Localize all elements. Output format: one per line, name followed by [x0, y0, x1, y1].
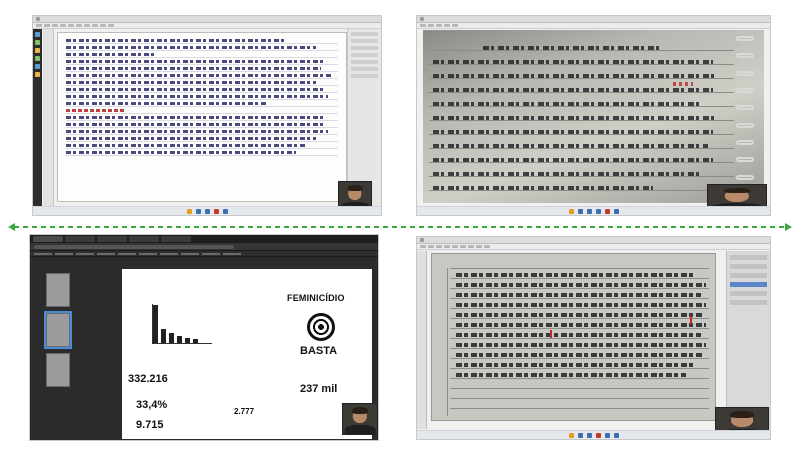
screen-recording-grid: FEMINICÍDIO BASTA 332.216 33,4% 9.715 2.… [0, 0, 800, 450]
layers-panel[interactable] [726, 251, 770, 429]
webcam-feed [342, 403, 378, 435]
taskbar[interactable] [417, 430, 770, 439]
window-icon [420, 238, 424, 242]
app-icon[interactable] [222, 208, 228, 214]
panel-scanned-form [416, 236, 771, 440]
viewer-toolbar[interactable] [417, 23, 770, 29]
browser-tabs[interactable] [30, 235, 378, 243]
editor-toolbar[interactable] [33, 23, 381, 29]
stat-big: 237 mil [300, 383, 338, 395]
panel-notebook-photo [416, 15, 771, 216]
window-icon [36, 17, 40, 21]
infographic-page: FEMINICÍDIO BASTA 332.216 33,4% 9.715 2.… [122, 269, 372, 439]
app-icon[interactable] [595, 208, 601, 214]
taskbar[interactable] [417, 206, 770, 215]
stat-count: 9.715 [136, 419, 164, 431]
windows-start-icon[interactable] [186, 208, 192, 214]
app-icon[interactable] [35, 64, 40, 69]
app-icon[interactable] [35, 48, 40, 53]
window-icon [420, 17, 424, 21]
browser-tab[interactable] [129, 236, 159, 242]
windows-start-icon[interactable] [568, 208, 574, 214]
properties-panel[interactable] [347, 29, 381, 206]
handwritten-document-page [57, 32, 347, 202]
app-icon[interactable] [613, 432, 619, 438]
taskbar[interactable] [33, 206, 381, 215]
app-icon[interactable] [613, 208, 619, 214]
page-thumbnail[interactable] [46, 273, 70, 307]
app-icon[interactable] [586, 432, 592, 438]
app-icon[interactable] [35, 56, 40, 61]
browser-tab[interactable] [65, 236, 95, 242]
app-icon[interactable] [213, 208, 219, 214]
target-icon [307, 313, 335, 341]
stat-total: 332.216 [128, 373, 168, 385]
app-icon[interactable] [604, 432, 610, 438]
editor-toolbar[interactable] [417, 244, 770, 250]
brand-line2: BASTA [300, 345, 338, 357]
window-titlebar [417, 16, 770, 23]
app-icon[interactable] [35, 40, 40, 45]
annotation-mark [550, 330, 552, 338]
window-titlebar [33, 16, 381, 23]
stat-percent: 33,4% [136, 399, 168, 411]
page-thumbnail[interactable] [44, 311, 72, 349]
panel-pdf-viewer: FEMINICÍDIO BASTA 332.216 33,4% 9.715 2.… [29, 234, 379, 441]
handwritten-notebook-image [423, 30, 764, 203]
browser-tab[interactable] [33, 236, 63, 242]
app-icon[interactable] [195, 208, 201, 214]
app-icon[interactable] [604, 208, 610, 214]
browser-tab[interactable] [161, 236, 191, 242]
app-icon[interactable] [35, 72, 40, 77]
browser-tab[interactable] [97, 236, 127, 242]
windows-start-icon[interactable] [568, 432, 574, 438]
window-titlebar [417, 237, 770, 244]
notebook-spiral [736, 30, 756, 203]
app-icon[interactable] [577, 208, 583, 214]
bookmarks-bar[interactable] [30, 251, 378, 257]
stat-mid: 2.777 [234, 407, 255, 416]
mini-bar-chart [152, 304, 212, 344]
app-icon[interactable] [35, 32, 40, 37]
page-thumbnail[interactable] [46, 353, 70, 387]
brand-line1: FEMINICÍDIO [287, 293, 345, 303]
app-icon[interactable] [595, 432, 601, 438]
double-arrow-icon [8, 223, 792, 231]
page-thumbnails[interactable] [44, 273, 74, 428]
line-number-column [438, 268, 448, 416]
app-icon[interactable] [577, 432, 583, 438]
tool-palette[interactable] [43, 29, 54, 206]
app-icon[interactable] [586, 208, 592, 214]
tool-palette[interactable] [417, 251, 427, 429]
app-sidebar[interactable] [33, 29, 42, 206]
app-icon[interactable] [204, 208, 210, 214]
panel-document-editor [32, 15, 382, 216]
annotation-mark [690, 316, 692, 324]
handwritten-answer-sheet [431, 253, 716, 421]
address-bar[interactable] [30, 243, 378, 251]
